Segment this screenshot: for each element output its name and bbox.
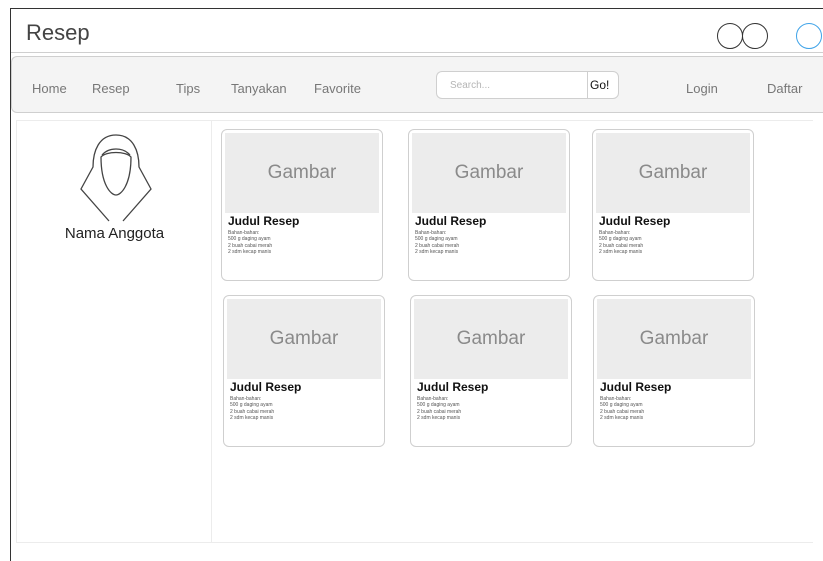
recipe-card[interactable]: Gambar Judul Resep Bahan-bahan: 500 g da… <box>408 129 570 281</box>
nav-tips[interactable]: Tips <box>176 81 200 96</box>
recipe-card[interactable]: Gambar Judul Resep Bahan-bahan: 500 g da… <box>223 295 385 447</box>
nav-tanyakan[interactable]: Tanyakan <box>231 81 287 96</box>
ingredient-line: 2 sdm kecap manis <box>600 415 644 422</box>
app-title: Resep <box>26 20 90 45</box>
ingredient-line: 500 g daging ayam <box>230 402 273 409</box>
recipe-ingredients: Bahan-bahan: 500 g daging ayam 2 buah ca… <box>599 230 643 256</box>
recipe-title[interactable]: Judul Resep <box>599 214 670 228</box>
recipe-title[interactable]: Judul Resep <box>600 380 671 394</box>
nav-favorite[interactable]: Favorite <box>314 81 361 96</box>
recipe-image: Gambar <box>227 299 381 379</box>
nav-home[interactable]: Home <box>32 81 67 96</box>
recipe-card[interactable]: Gambar Judul Resep Bahan-bahan: 500 g da… <box>593 295 755 447</box>
maximize-button[interactable] <box>742 23 768 49</box>
ingredient-line: 500 g daging ayam <box>417 402 460 409</box>
recipe-ingredients: Bahan-bahan: 500 g daging ayam 2 buah ca… <box>230 396 274 422</box>
recipe-ingredients: Bahan-bahan: 500 g daging ayam 2 buah ca… <box>417 396 461 422</box>
recipe-title[interactable]: Judul Resep <box>417 380 488 394</box>
recipe-ingredients: Bahan-bahan: 500 g daging ayam 2 buah ca… <box>228 230 272 256</box>
title-bar: Resep <box>11 9 823 53</box>
recipe-image: Gambar <box>225 133 379 213</box>
ingredient-line: 500 g daging ayam <box>415 236 458 243</box>
ingredient-line: 2 sdm kecap manis <box>228 249 272 256</box>
go-button[interactable]: Go! <box>587 71 619 99</box>
profile-panel: Nama Anggota <box>17 121 212 542</box>
ingredient-line: 2 sdm kecap manis <box>417 415 461 422</box>
register-link[interactable]: Daftar <box>767 81 802 96</box>
ingredient-line: 500 g daging ayam <box>228 236 271 243</box>
login-link[interactable]: Login <box>686 81 718 96</box>
main-content: Nama Anggota Gambar Judul Resep Bahan-ba… <box>16 120 813 543</box>
navbar: Home Resep Tips Tanyakan Favorite Go! Lo… <box>11 56 823 113</box>
recipe-ingredients: Bahan-bahan: 500 g daging ayam 2 buah ca… <box>415 230 459 256</box>
ingredient-line: 500 g daging ayam <box>600 402 643 409</box>
recipe-title[interactable]: Judul Resep <box>415 214 486 228</box>
recipe-image: Gambar <box>597 299 751 379</box>
ingredient-line: 500 g daging ayam <box>599 236 642 243</box>
recipe-image: Gambar <box>412 133 566 213</box>
close-button[interactable] <box>796 23 822 49</box>
recipe-card[interactable]: Gambar Judul Resep Bahan-bahan: 500 g da… <box>592 129 754 281</box>
recipe-ingredients: Bahan-bahan: 500 g daging ayam 2 buah ca… <box>600 396 644 422</box>
ingredient-line: 2 sdm kecap manis <box>230 415 274 422</box>
recipe-title[interactable]: Judul Resep <box>228 214 299 228</box>
search-input[interactable] <box>436 71 588 99</box>
recipe-card[interactable]: Gambar Judul Resep Bahan-bahan: 500 g da… <box>410 295 572 447</box>
recipe-card[interactable]: Gambar Judul Resep Bahan-bahan: 500 g da… <box>221 129 383 281</box>
recipe-title[interactable]: Judul Resep <box>230 380 301 394</box>
user-icon <box>80 134 152 222</box>
ingredient-line: 2 sdm kecap manis <box>415 249 459 256</box>
member-name: Nama Anggota <box>64 225 165 242</box>
recipe-image: Gambar <box>414 299 568 379</box>
recipe-image: Gambar <box>596 133 750 213</box>
ingredient-line: 2 sdm kecap manis <box>599 249 643 256</box>
minimize-button[interactable] <box>717 23 743 49</box>
nav-resep[interactable]: Resep <box>92 81 130 96</box>
